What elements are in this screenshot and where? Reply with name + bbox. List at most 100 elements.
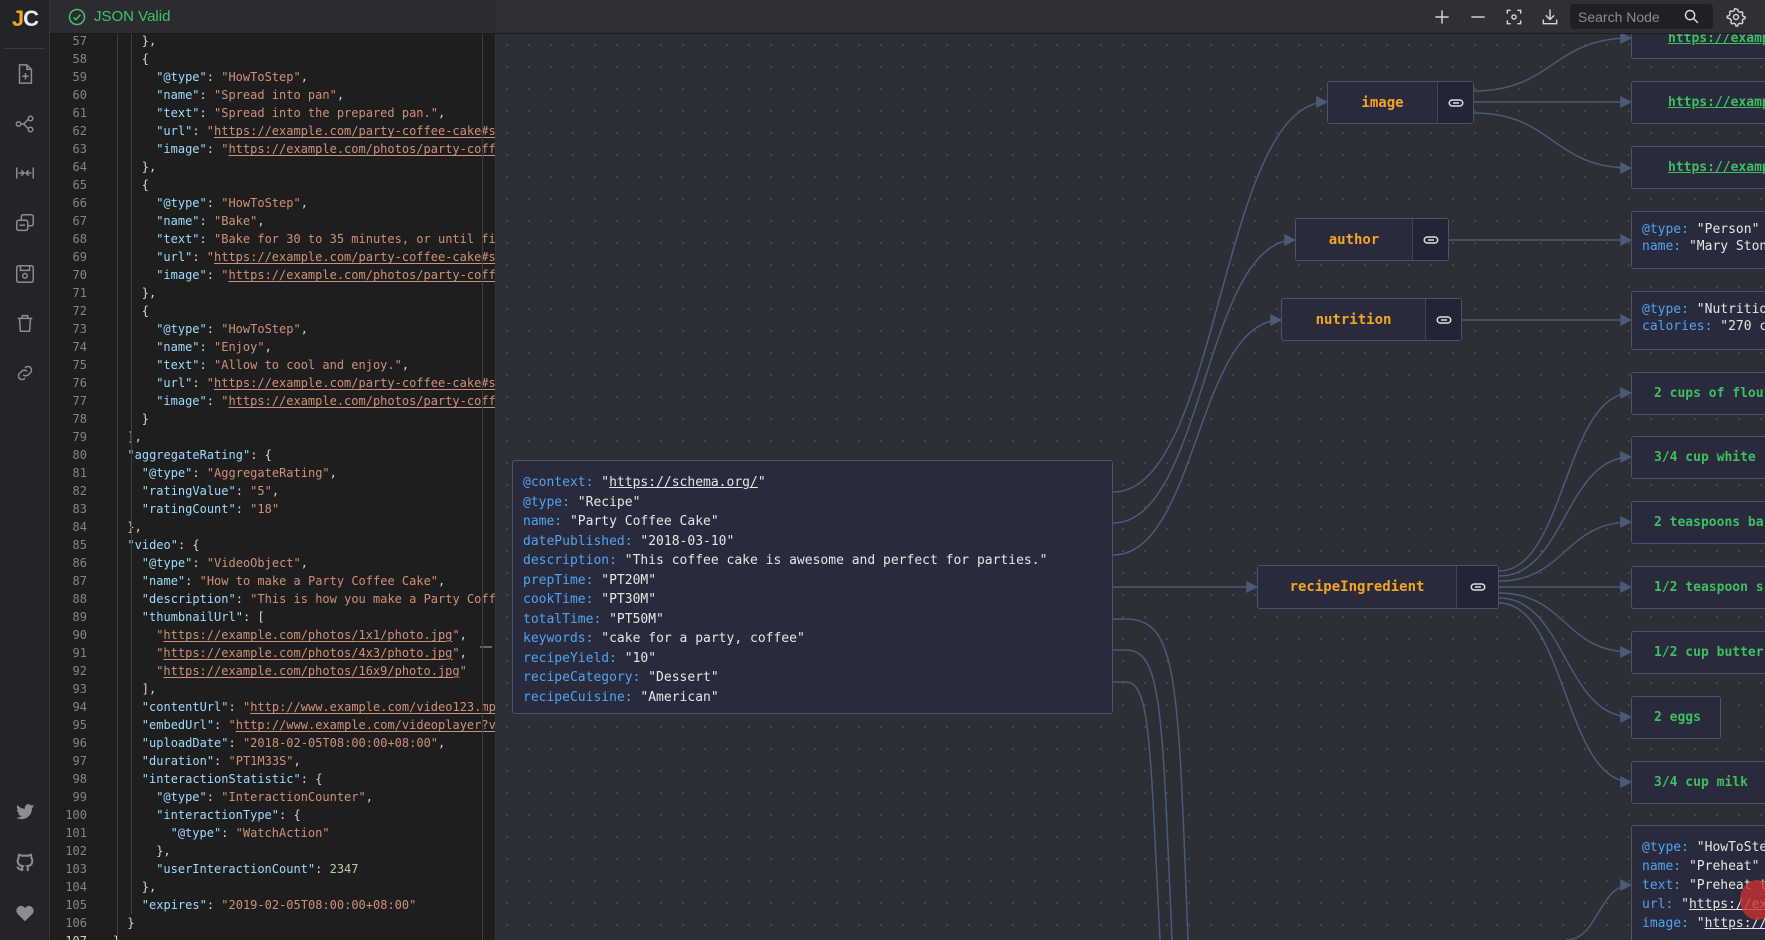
link-icon[interactable]: [1456, 566, 1498, 608]
code-line[interactable]: 95 "embedUrl": "http://www.example.com/vi…: [50, 716, 495, 734]
ingredient-node[interactable]: 3/4 cup milk: [1631, 761, 1765, 804]
zoom-in-icon[interactable]: [1430, 5, 1454, 29]
code-line[interactable]: 82 "ratingValue": "5",: [50, 482, 490, 500]
code-line[interactable]: 62 "url": "https://example.com/party-coff…: [50, 122, 495, 140]
node-url[interactable]: https://schema.org/: [609, 475, 758, 490]
json-url[interactable]: https://example.com/party-coffee-cake#s: [214, 250, 495, 264]
link-icon[interactable]: [1437, 82, 1473, 123]
node-recipe-ingredient[interactable]: recipeIngredient: [1257, 565, 1499, 609]
node-author[interactable]: author: [1295, 218, 1449, 261]
json-url[interactable]: https://example.com/party-coffee-cake#s: [214, 376, 495, 390]
save-icon[interactable]: [13, 262, 37, 286]
code-line[interactable]: 81 "@type": "AggregateRating",: [50, 464, 490, 482]
code-line[interactable]: 88 "description": "This is how you make a…: [50, 590, 495, 608]
code-line[interactable]: 80 "aggregateRating": {: [50, 446, 490, 464]
json-url[interactable]: http://www.example.com/video123.mp: [250, 700, 495, 714]
how-to-step-node[interactable]: @type: "HowToSte"name: "Preheat"text: "P…: [1631, 825, 1765, 940]
twitter-icon[interactable]: [13, 800, 37, 824]
code-line[interactable]: 64},: [50, 158, 490, 176]
link-icon[interactable]: [1425, 299, 1461, 340]
code-line[interactable]: 66 "@type": "HowToStep",: [50, 194, 490, 212]
heart-icon[interactable]: [13, 901, 37, 925]
ingredient-node[interactable]: 1/2 cup butter: [1631, 631, 1765, 674]
code-line[interactable]: 67 "name": "Bake",: [50, 212, 490, 230]
nutrition-node[interactable]: @type: "Nutritio"calories: "270 c": [1631, 291, 1765, 350]
link-icon[interactable]: [13, 361, 37, 385]
ingredient-node[interactable]: 2 cups of flou: [1631, 372, 1765, 415]
ingredient-node[interactable]: 2 eggs: [1631, 696, 1721, 739]
link-icon[interactable]: [1412, 219, 1448, 260]
code-line[interactable]: 106}: [50, 914, 490, 932]
code-line[interactable]: 78}: [50, 410, 490, 428]
root-node[interactable]: @context: "https://schema.org/" @type: "R…: [512, 460, 1113, 714]
code-line[interactable]: 94 "contentUrl": "http://www.example.com/…: [50, 698, 495, 716]
code-line[interactable]: 91 "https://example.com/photos/4x3/photo.…: [50, 644, 490, 662]
code-line[interactable]: 57},: [50, 34, 490, 50]
json-editor[interactable]: 57}, 58 {59 "@type": "HowToStep", 60 "name": …: [50, 34, 496, 940]
code-line[interactable]: 93],: [50, 680, 490, 698]
fit-view-icon[interactable]: [1502, 5, 1526, 29]
github-icon[interactable]: [13, 850, 37, 874]
code-line[interactable]: 86 "@type": "VideoObject",: [50, 554, 490, 572]
search-icon[interactable]: [1683, 8, 1700, 25]
image-url-node[interactable]: https://examp: [1631, 81, 1765, 124]
code-line[interactable]: 60 "name": "Spread into pan",: [50, 86, 490, 104]
code-line[interactable]: 96 "uploadDate": "2018-02-05T08:00:00+08:…: [50, 734, 490, 752]
code-line[interactable]: 69 "url": "https://example.com/party-coff…: [50, 248, 495, 266]
ingredient-node[interactable]: 3/4 cup white: [1631, 436, 1765, 479]
code-line[interactable]: 97 "duration": "PT1M33S",: [50, 752, 490, 770]
ingredient-node[interactable]: 1/2 teaspoon s: [1631, 566, 1765, 609]
code-line[interactable]: 71},: [50, 284, 490, 302]
code-line[interactable]: 68 "text": "Bake for 30 to 35 minutes, or…: [50, 230, 495, 248]
settings-gear-icon[interactable]: [1724, 5, 1748, 29]
code-line[interactable]: 58 {: [50, 50, 490, 68]
code-line[interactable]: 74 "name": "Enjoy",: [50, 338, 490, 356]
graph-canvas[interactable]: @context: "https://schema.org/" @type: "R…: [496, 34, 1765, 940]
code-line[interactable]: 84},: [50, 518, 490, 536]
code-line[interactable]: 65 {: [50, 176, 490, 194]
graph-icon[interactable]: [13, 112, 37, 136]
node-nutrition[interactable]: nutrition: [1281, 298, 1462, 341]
search-input[interactable]: [1578, 8, 1683, 25]
code-line[interactable]: 101 "@type": "WatchAction": [50, 824, 490, 842]
code-line[interactable]: 103 "userInteractionCount": 2347: [50, 860, 490, 878]
ingredient-node[interactable]: 2 teaspoons ba: [1631, 501, 1765, 544]
image-url-node[interactable]: https://examp: [1631, 34, 1765, 59]
code-line[interactable]: 104},: [50, 878, 490, 896]
json-url[interactable]: https://example.com/photos/party-coff: [228, 268, 495, 282]
json-url[interactable]: https://example.com/party-coffee-cake#s: [214, 124, 495, 138]
code-line[interactable]: 105 "expires": "2019-02-05T08:00:00+08:00…: [50, 896, 490, 914]
code-line[interactable]: 98 "interactionStatistic": {: [50, 770, 490, 788]
code-line[interactable]: 75 "text": "Allow to cool and enjoy.",: [50, 356, 490, 374]
code-line[interactable]: 89 "thumbnailUrl": [: [50, 608, 490, 626]
code-line[interactable]: 83 "ratingCount": "18": [50, 500, 490, 518]
code-line[interactable]: 79],: [50, 428, 490, 446]
json-url[interactable]: https://example.com/photos/16x9/photo.jp…: [163, 664, 459, 678]
code-line[interactable]: 61 "text": "Spread into the prepared pan.…: [50, 104, 490, 122]
code-line[interactable]: 102},: [50, 842, 490, 860]
code-line[interactable]: 72 {: [50, 302, 490, 320]
code-line[interactable]: 90 "https://example.com/photos/1x1/photo.…: [50, 626, 490, 644]
code-line[interactable]: 73 "@type": "HowToStep",: [50, 320, 490, 338]
json-url[interactable]: http://www.example.com/videoplayer?v: [236, 718, 495, 732]
code-line[interactable]: 85 "video": {: [50, 536, 490, 554]
code-line[interactable]: 100 "interactionType": {: [50, 806, 490, 824]
code-line[interactable]: 70 "image": "https://example.com/photos/p…: [50, 266, 495, 284]
code-line[interactable]: 87 "name": "How to make a Party Coffee Ca…: [50, 572, 490, 590]
author-node[interactable]: @type: "Person"name: "Mary Ston": [1631, 211, 1765, 269]
code-line[interactable]: 77 "image": "https://example.com/photos/p…: [50, 392, 495, 410]
code-line[interactable]: 63 "image": "https://example.com/photos/p…: [50, 140, 495, 158]
new-file-icon[interactable]: [13, 62, 37, 86]
json-url[interactable]: https://example.com/photos/4x3/photo.jpg: [163, 646, 452, 660]
code-line[interactable]: 59 "@type": "HowToStep",: [50, 68, 490, 86]
collapse-icon[interactable]: [13, 161, 37, 185]
search-node[interactable]: [1570, 4, 1713, 29]
json-url[interactable]: https://example.com/photos/party-coff: [228, 394, 495, 408]
image-url-node[interactable]: https://examp: [1631, 146, 1765, 189]
code-line[interactable]: 92 "https://example.com/photos/16x9/photo…: [50, 662, 490, 680]
duplicate-icon[interactable]: [13, 211, 37, 235]
app-logo[interactable]: JC: [0, 6, 50, 32]
code-line[interactable]: 76 "url": "https://example.com/party-coff…: [50, 374, 495, 392]
code-line[interactable]: 99 "@type": "InteractionCounter",: [50, 788, 490, 806]
zoom-out-icon[interactable]: [1466, 5, 1490, 29]
